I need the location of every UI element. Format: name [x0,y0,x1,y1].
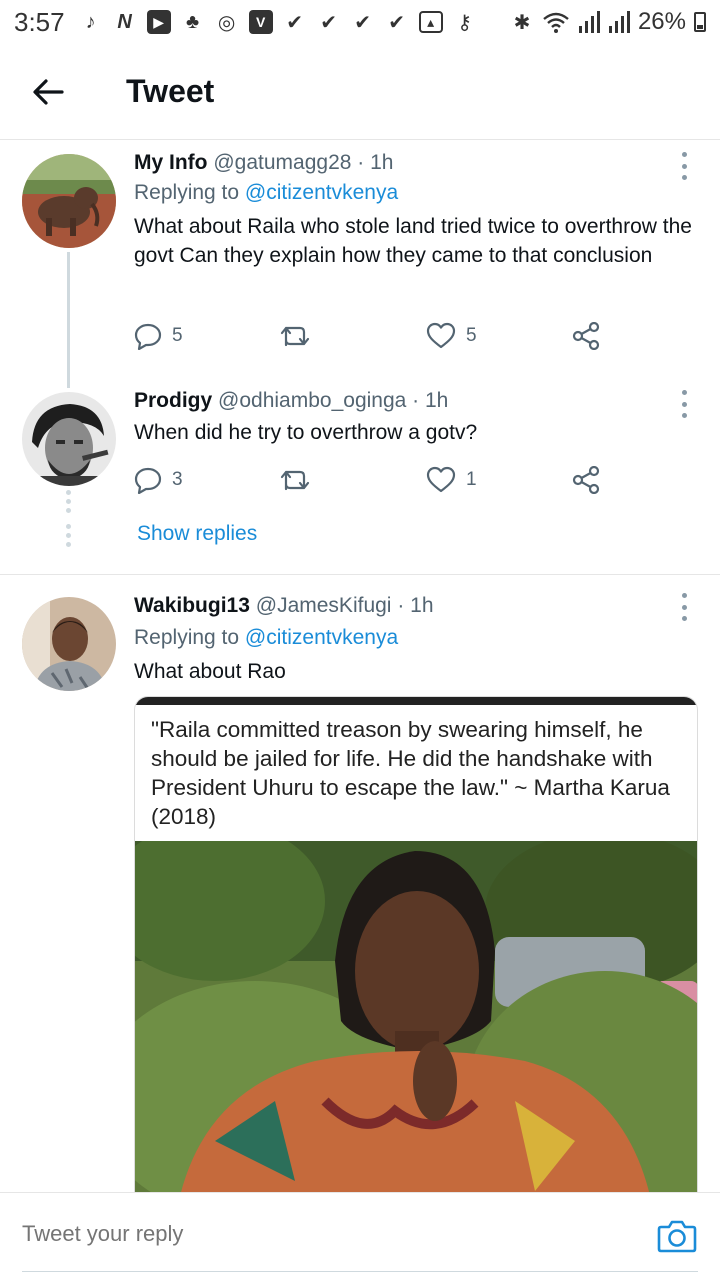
tweet-actions: 5 5 [134,316,614,356]
battery-icon [694,12,706,32]
battery-percent: 26% [637,8,686,35]
tweet-actions: 3 1 [134,460,614,500]
author-name[interactable]: Wakibugi13 [134,594,250,617]
top-app-bar: Tweet [0,44,720,140]
status-bar: 3:57 ♪ N ▶ ♣ ◎ V ✔ ✔ ✔ ✔ ▴ ⚷ ✱ 26% [0,0,720,44]
show-replies-link[interactable]: Show replies [137,522,257,546]
page-title: Tweet [126,73,215,109]
retweet-button[interactable] [280,467,310,493]
tweet-body: My Info @gatumagg28 · 1h Replying to @ci… [134,148,700,270]
thread-dots [66,490,71,517]
notification-icons: ♪ N ▶ ♣ ◎ V ✔ ✔ ✔ ✔ ▴ ⚷ [79,10,477,34]
netflix-icon: N [117,10,132,33]
tweet[interactable]: My Info @gatumagg28 · 1h Replying to @ci… [0,140,720,390]
reply-input[interactable] [22,1221,562,1247]
author-handle[interactable]: @gatumagg28 [213,151,351,174]
signal-icon [608,11,630,33]
retweet-icon [280,470,310,491]
tweet-time: · 1h [412,389,449,412]
status-right: ✱ 26% [510,0,706,44]
check-icon: ✔ [286,11,303,34]
tweet-text: What about Raila who stole land tried tw… [134,215,692,267]
like-count: 5 [466,325,477,346]
tweet-header: Prodigy @odhiambo_oginga · 1h [134,386,700,416]
more-options-button[interactable] [678,390,690,418]
thread-line [67,252,70,388]
share-button[interactable] [572,466,600,494]
media-top-bar [135,697,697,705]
share-icon [572,322,600,350]
avatar[interactable] [22,154,116,248]
author-handle[interactable]: @odhiambo_oginga [218,389,406,412]
media-card[interactable]: "Raila committed treason by swearing him… [134,696,698,1216]
author-name[interactable]: Prodigy [134,389,212,412]
thread-dots [66,524,71,551]
tweet[interactable]: Prodigy @odhiambo_oginga · 1h When did h… [0,380,720,580]
more-options-button[interactable] [678,152,690,180]
tweet-header: Wakibugi13 @JamesKifugi · 1h [134,591,700,621]
reply-composer-bar [0,1192,720,1280]
avatar[interactable] [22,392,116,486]
tweet-text: When did he try to overthrow a gotv? [134,421,478,444]
reply-icon [134,467,162,494]
author-name[interactable]: My Info [134,151,208,174]
reply-count: 5 [172,325,183,346]
tweet-time: · 1h [397,594,434,617]
input-underline [22,1271,698,1272]
share-icon [572,466,600,494]
avatar[interactable] [22,597,116,691]
check-icon: ✔ [320,11,337,34]
arrow-left-icon [33,78,64,105]
camera-button[interactable] [656,1215,698,1257]
reply-button[interactable]: 5 [134,322,183,350]
v-app-icon: V [248,10,273,34]
check-icon: ✔ [354,11,371,34]
share-button[interactable] [572,322,600,350]
more-options-button[interactable] [678,593,690,621]
media-photo[interactable] [135,821,697,1215]
replying-to: Replying to @citizentvkenya [134,178,700,208]
reply-button[interactable]: 3 [134,466,183,494]
author-handle[interactable]: @JamesKifugi [256,594,392,617]
camera-icon [657,1220,697,1253]
mention-link[interactable]: @citizentvkenya [245,626,398,649]
mention-link[interactable]: @citizentvkenya [245,181,398,204]
check-icon: ✔ [388,11,405,34]
status-time: 3:57 [14,6,65,37]
gallery-icon: ▴ [418,11,443,33]
replying-to: Replying to @citizentvkenya [134,623,700,653]
like-button[interactable]: 5 [426,322,477,350]
replying-to-label: Replying to [134,181,240,204]
tweet-header: My Info @gatumagg28 · 1h [134,148,700,178]
tweet-body: Wakibugi13 @JamesKifugi · 1h Replying to… [134,591,700,686]
heart-icon [426,466,456,493]
retweet-icon [280,326,310,347]
tiktok-icon: ♪ [85,10,96,33]
youtube-icon: ▶ [146,10,171,34]
wifi-icon [543,12,569,33]
retweet-button[interactable] [280,323,310,349]
replying-to-label: Replying to [134,626,240,649]
tweet-text: What about Rao [134,660,286,683]
key-icon: ⚷ [457,11,472,34]
bluetooth-icon: ✱ [513,11,531,34]
like-count: 1 [466,469,477,490]
app-icon: ♣ [186,10,200,33]
like-button[interactable]: 1 [426,466,477,494]
back-button[interactable] [18,62,78,122]
signal-icon [578,11,600,33]
reply-count: 3 [172,469,183,490]
tweet-body: Prodigy @odhiambo_oginga · 1h When did h… [134,386,700,447]
reply-icon [134,323,162,350]
tweet-time: · 1h [357,151,394,174]
chrome-icon: ◎ [217,11,236,34]
quote-text: "Raila committed treason by swearing him… [151,717,670,829]
heart-icon [426,322,456,349]
